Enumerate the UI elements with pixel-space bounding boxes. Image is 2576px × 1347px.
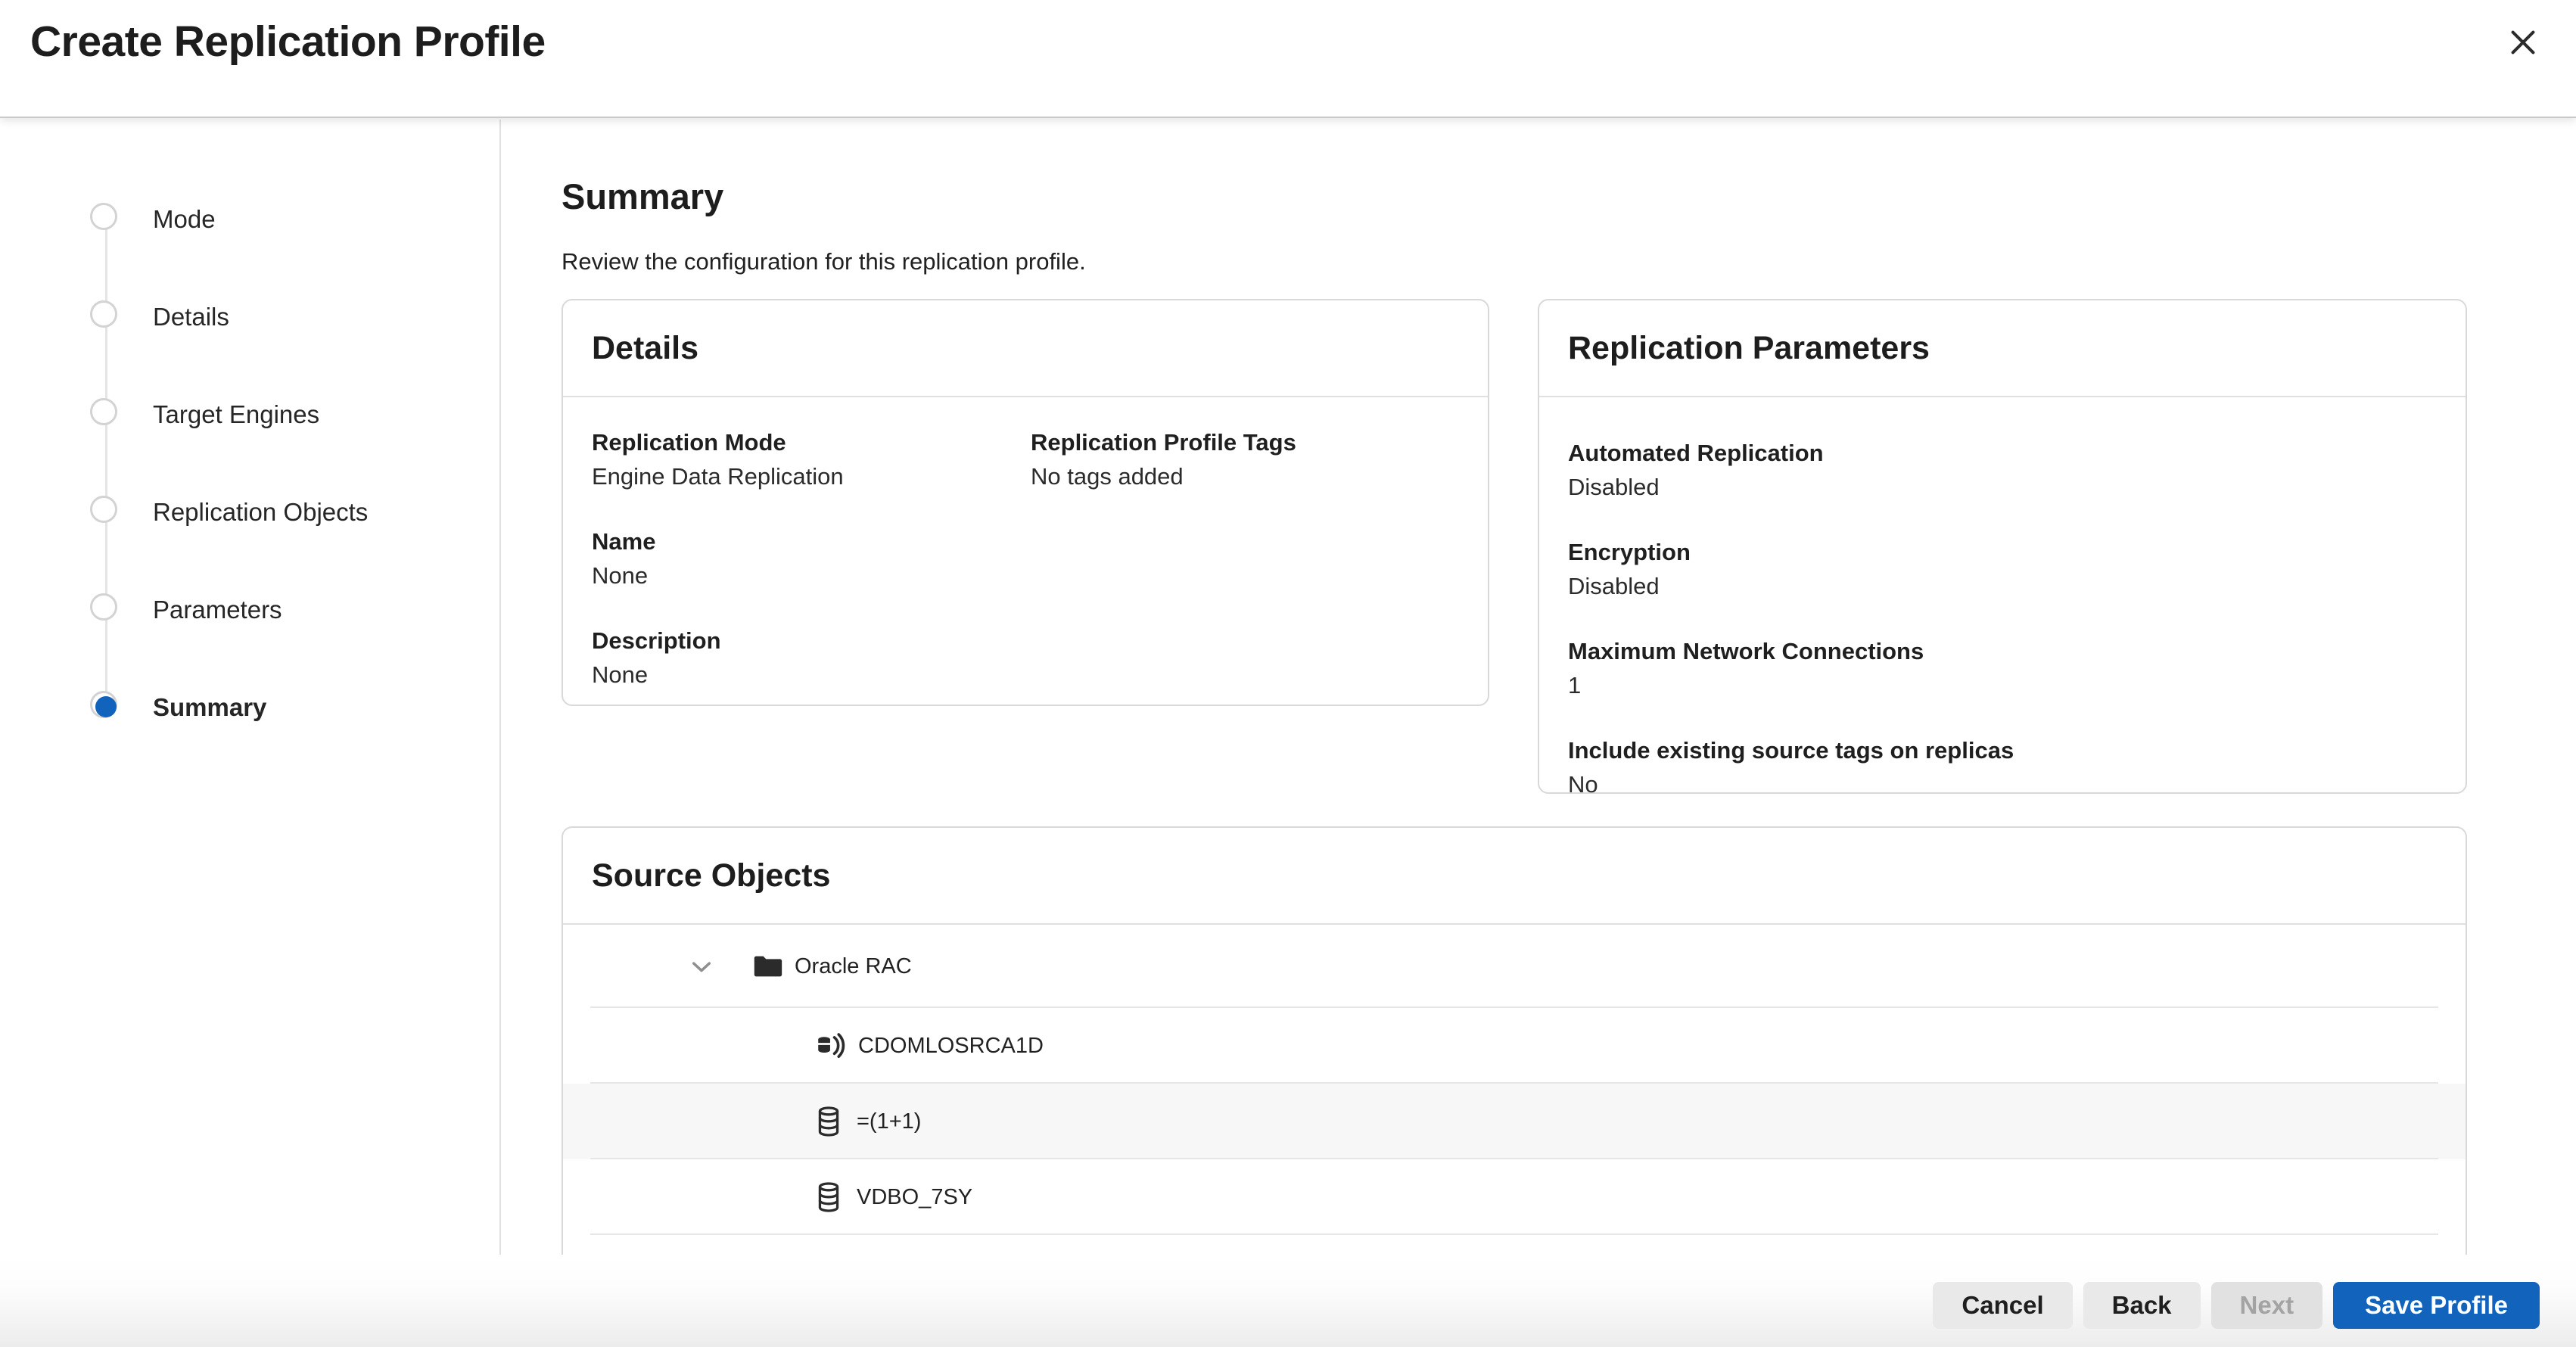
database-icon [812,1181,845,1214]
step-circle-icon [90,496,117,523]
step-label: Parameters [153,593,282,627]
field-value: None [592,660,1031,690]
cdb-database-icon [812,1028,847,1063]
step-circle-active-icon [90,691,117,718]
step-parameters[interactable]: Parameters [0,593,499,627]
tree-row-1plus1[interactable]: =(1+1) [563,1084,2466,1159]
database-icon [812,1105,845,1138]
step-label: Mode [153,203,216,236]
field-name: Name None [592,527,1031,591]
chevron-down-icon[interactable] [687,952,716,981]
close-button[interactable] [2502,21,2544,64]
field-replication-profile-tags: Replication Profile Tags No tags added [1031,428,1459,492]
tree-row-vdbo-7sy[interactable]: VDBO_7SY [563,1159,2466,1235]
field-value: No [1568,770,2437,800]
field-description: Description None [592,626,1031,690]
field-label: Maximum Network Connections [1568,636,2437,667]
tree-node-label: Oracle RAC [795,954,912,979]
details-left-column: Replication Mode Engine Data Replication… [592,428,1031,725]
replication-parameters-card-body: Automated Replication Disabled Encryptio… [1539,397,2466,800]
field-value: Disabled [1568,472,2437,502]
step-label: Replication Objects [153,496,368,529]
field-label: Replication Mode [592,428,1031,458]
step-label: Details [153,300,229,334]
field-automated-replication: Automated Replication Disabled [1568,438,2437,502]
back-button[interactable]: Back [2083,1282,2201,1329]
footer-buttons: Cancel Back Next Save Profile [1933,1282,2540,1329]
field-label: Name [592,527,1031,557]
step-circle-icon [90,203,117,230]
step-summary-active[interactable]: Summary [0,691,499,724]
tree-node-label: CDOMLOSRCA1D [858,1034,1044,1059]
folder-icon [750,949,785,984]
save-profile-button[interactable]: Save Profile [2333,1282,2540,1329]
dialog-header: Create Replication Profile [0,0,2576,118]
field-label: Encryption [1568,537,2437,568]
source-objects-card-header: Source Objects [563,828,2466,925]
tree-row-oracle-rac[interactable]: Oracle RAC [563,925,2466,1008]
field-value: Engine Data Replication [592,462,1031,492]
field-value: Disabled [1568,571,2437,602]
next-button[interactable]: Next [2211,1282,2323,1329]
step-label: Summary [153,691,266,724]
field-value: 1 [1568,670,2437,701]
wizard-stepper: Mode Details Target Engines Replication … [0,120,501,1255]
details-right-column: Replication Profile Tags No tags added [1031,428,1459,725]
summary-panel: Summary Review the configuration for thi… [501,120,2576,1347]
step-mode[interactable]: Mode [0,203,499,236]
replication-parameters-card: Replication Parameters Automated Replica… [1538,299,2467,794]
replication-parameters-card-title: Replication Parameters [1568,330,1930,367]
field-label: Automated Replication [1568,438,2437,468]
tree-node-label: =(1+1) [857,1109,921,1134]
details-card-header: Details [563,300,1488,397]
tree-row-cdomlosrca1d[interactable]: CDOMLOSRCA1D [563,1008,2466,1084]
step-details[interactable]: Details [0,300,499,334]
step-label: Target Engines [153,398,319,431]
field-include-source-tags: Include existing source tags on replicas… [1568,736,2437,800]
details-card-body: Replication Mode Engine Data Replication… [563,397,1488,725]
field-max-network-connections: Maximum Network Connections 1 [1568,636,2437,701]
details-card-title: Details [592,330,698,367]
tree-node-label: VDBO_7SY [857,1185,972,1210]
field-value: No tags added [1031,462,1459,492]
field-replication-mode: Replication Mode Engine Data Replication [592,428,1031,492]
field-label: Description [592,626,1031,656]
step-replication-objects[interactable]: Replication Objects [0,496,499,529]
section-heading: Summary [562,176,723,217]
section-description: Review the configuration for this replic… [562,248,1086,275]
field-encryption: Encryption Disabled [1568,537,2437,602]
close-icon [2506,25,2540,60]
field-value: None [592,561,1031,591]
stepper-connector-line [105,219,107,708]
field-label: Replication Profile Tags [1031,428,1459,458]
step-target-engines[interactable]: Target Engines [0,398,499,431]
step-circle-icon [90,593,117,621]
page-title: Create Replication Profile [30,17,546,67]
source-objects-card-title: Source Objects [592,857,830,894]
step-circle-icon [90,300,117,328]
cancel-button[interactable]: Cancel [1933,1282,2072,1329]
step-circle-icon [90,398,117,425]
field-label: Include existing source tags on replicas [1568,736,2437,766]
dialog-footer: Cancel Back Next Save Profile [0,1255,2576,1347]
source-objects-card: Source Objects Oracle RAC [562,826,2467,1255]
details-card: Details Replication Mode Engine Data Rep… [562,299,1489,706]
replication-parameters-card-header: Replication Parameters [1539,300,2466,397]
